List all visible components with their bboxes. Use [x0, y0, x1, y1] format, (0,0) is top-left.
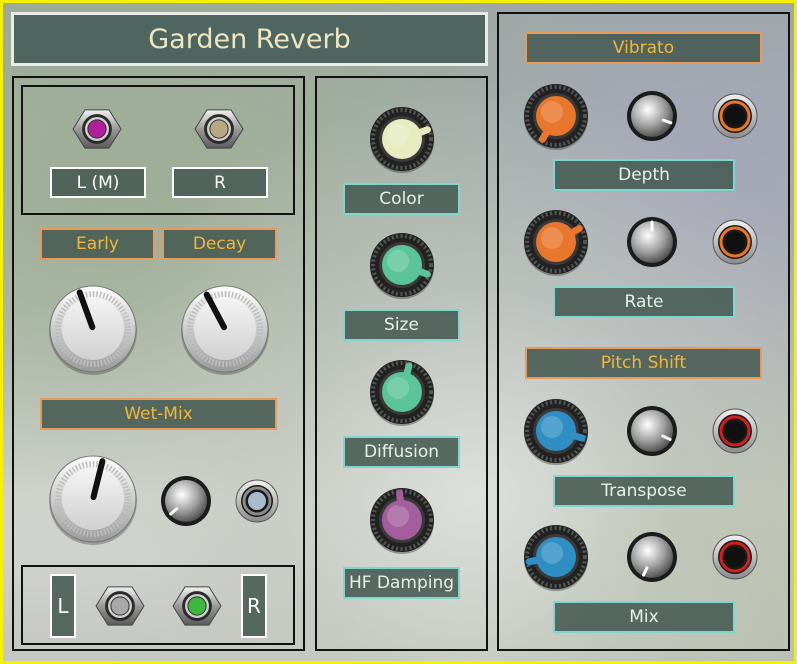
- vibrato-depth-cv-port[interactable]: [712, 93, 758, 139]
- hf-damping-knob[interactable]: [369, 487, 435, 554]
- page-title: Garden Reverb: [148, 23, 351, 55]
- diffusion-label-box: Diffusion: [343, 436, 460, 468]
- vibrato-depth-knob[interactable]: [523, 83, 589, 150]
- vibrato-depth-attenuator-knob[interactable]: [626, 90, 678, 142]
- decay-label: Decay: [192, 234, 247, 254]
- vibrato-label-box: Vibrato: [525, 32, 762, 64]
- diffusion-knob[interactable]: [369, 359, 435, 426]
- wet-mix-knob[interactable]: [48, 454, 138, 545]
- title-bar: Garden Reverb: [11, 12, 488, 66]
- color-label: Color: [379, 189, 424, 209]
- output-jack-right[interactable]: [170, 581, 224, 631]
- wet-mix-label: Wet-Mix: [124, 404, 193, 424]
- hf-damping-label-box: HF Damping: [343, 567, 460, 599]
- plugin-frame: Garden Reverb L (M) R Early Decay Wet-Mi…: [0, 0, 797, 664]
- decay-knob[interactable]: [180, 284, 270, 375]
- early-knob[interactable]: [48, 284, 138, 375]
- transpose-knob[interactable]: [523, 398, 589, 465]
- vibrato-rate-knob[interactable]: [523, 209, 589, 276]
- output-jack-left[interactable]: [93, 581, 147, 631]
- color-label-box: Color: [343, 183, 460, 215]
- output-right-label-box: R: [241, 574, 267, 638]
- depth-label: Depth: [618, 165, 670, 185]
- diffusion-label: Diffusion: [363, 442, 440, 462]
- color-knob[interactable]: [369, 106, 435, 173]
- pitch-shift-label-box: Pitch Shift: [525, 347, 762, 379]
- pitch-mix-cv-port[interactable]: [712, 534, 758, 580]
- mix-label: Mix: [629, 607, 659, 627]
- input-right-label: R: [214, 172, 226, 193]
- output-left-label-box: L: [50, 574, 76, 638]
- depth-label-box: Depth: [553, 159, 735, 191]
- input-right-label-box: R: [172, 167, 268, 198]
- transpose-label-box: Transpose: [553, 475, 735, 507]
- transpose-label: Transpose: [601, 481, 687, 501]
- output-right-label: R: [247, 594, 261, 618]
- wet-mix-cv-port[interactable]: [235, 479, 279, 523]
- size-label: Size: [384, 315, 419, 335]
- input-jack-right[interactable]: [192, 104, 246, 154]
- wet-mix-attenuator-knob[interactable]: [160, 475, 212, 527]
- decay-label-box: Decay: [162, 228, 277, 260]
- pitch-mix-knob[interactable]: [523, 524, 589, 591]
- early-label: Early: [76, 234, 119, 254]
- hf-damping-label: HF Damping: [348, 573, 455, 593]
- vibrato-rate-attenuator-knob[interactable]: [626, 216, 678, 268]
- pitch-shift-label: Pitch Shift: [600, 353, 687, 373]
- transpose-cv-port[interactable]: [712, 408, 758, 454]
- size-label-box: Size: [343, 309, 460, 341]
- vibrato-rate-cv-port[interactable]: [712, 219, 758, 265]
- input-left-label: L (M): [76, 172, 120, 193]
- mix-label-box: Mix: [553, 601, 735, 633]
- vibrato-label: Vibrato: [612, 38, 675, 58]
- input-left-label-box: L (M): [50, 167, 146, 198]
- early-label-box: Early: [40, 228, 155, 260]
- rate-label: Rate: [624, 292, 664, 312]
- output-left-label: L: [57, 594, 69, 618]
- input-jack-left[interactable]: [70, 104, 124, 154]
- rate-label-box: Rate: [553, 286, 735, 318]
- transpose-attenuator-knob[interactable]: [626, 405, 678, 457]
- size-knob[interactable]: [369, 232, 435, 299]
- pitch-mix-attenuator-knob[interactable]: [626, 531, 678, 583]
- wet-mix-label-box: Wet-Mix: [40, 398, 277, 430]
